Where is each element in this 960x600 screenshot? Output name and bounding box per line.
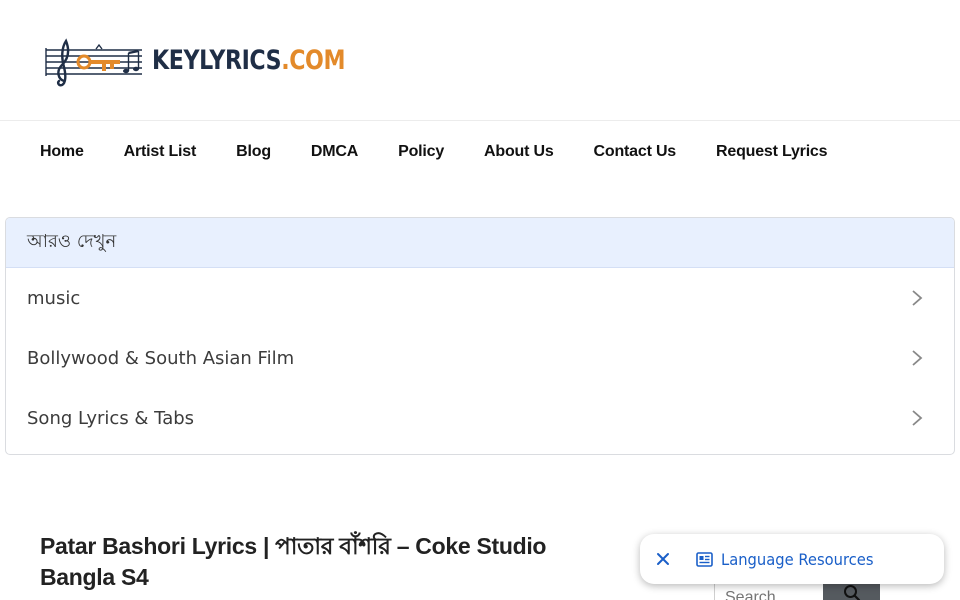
nav-blog[interactable]: Blog	[236, 143, 271, 161]
language-resources-link[interactable]: Language Resources	[721, 550, 874, 569]
nav-policy[interactable]: Policy	[398, 143, 444, 161]
see-more-title: আরও দেখুন	[6, 218, 954, 268]
main-nav: Home Artist List Blog DMCA Policy About …	[0, 121, 960, 183]
close-icon[interactable]	[655, 551, 671, 567]
see-more-panel: আরও দেখুন music Bollywood & South Asian …	[5, 217, 955, 455]
newspaper-icon	[696, 551, 713, 567]
see-more-item-label: Song Lyrics & Tabs	[27, 407, 195, 429]
see-more-item-bollywood[interactable]: Bollywood & South Asian Film	[6, 328, 954, 388]
logo-text-suffix: .COM	[281, 44, 346, 76]
nav-dmca[interactable]: DMCA	[311, 143, 358, 161]
logo-wordmark: KEYLYRICS.COM	[152, 44, 346, 76]
chevron-right-icon	[912, 290, 923, 306]
chevron-right-icon	[912, 350, 923, 366]
nav-artist-list[interactable]: Artist List	[124, 143, 197, 161]
see-more-item-label: Bollywood & South Asian Film	[27, 347, 295, 369]
see-more-item-label: music	[27, 287, 81, 309]
see-more-item-song-lyrics[interactable]: Song Lyrics & Tabs	[6, 388, 954, 448]
logo-text-main: KEYLYRICS	[152, 44, 282, 76]
music-staff-key-icon	[45, 38, 142, 87]
search-icon	[843, 585, 860, 600]
chevron-right-icon	[912, 410, 923, 426]
site-logo[interactable]: KEYLYRICS.COM	[44, 33, 387, 87]
nav-request-lyrics[interactable]: Request Lyrics	[716, 143, 828, 161]
site-header: KEYLYRICS.COM	[0, 0, 960, 121]
see-more-item-music[interactable]: music	[6, 268, 954, 328]
nav-about-us[interactable]: About Us	[484, 143, 554, 161]
nav-home[interactable]: Home	[40, 143, 84, 161]
nav-contact-us[interactable]: Contact Us	[594, 143, 677, 161]
article-title: Patar Bashori Lyrics | পাতার বাঁশরি – Co…	[40, 533, 547, 590]
language-resources-popup: Language Resources	[640, 534, 944, 584]
